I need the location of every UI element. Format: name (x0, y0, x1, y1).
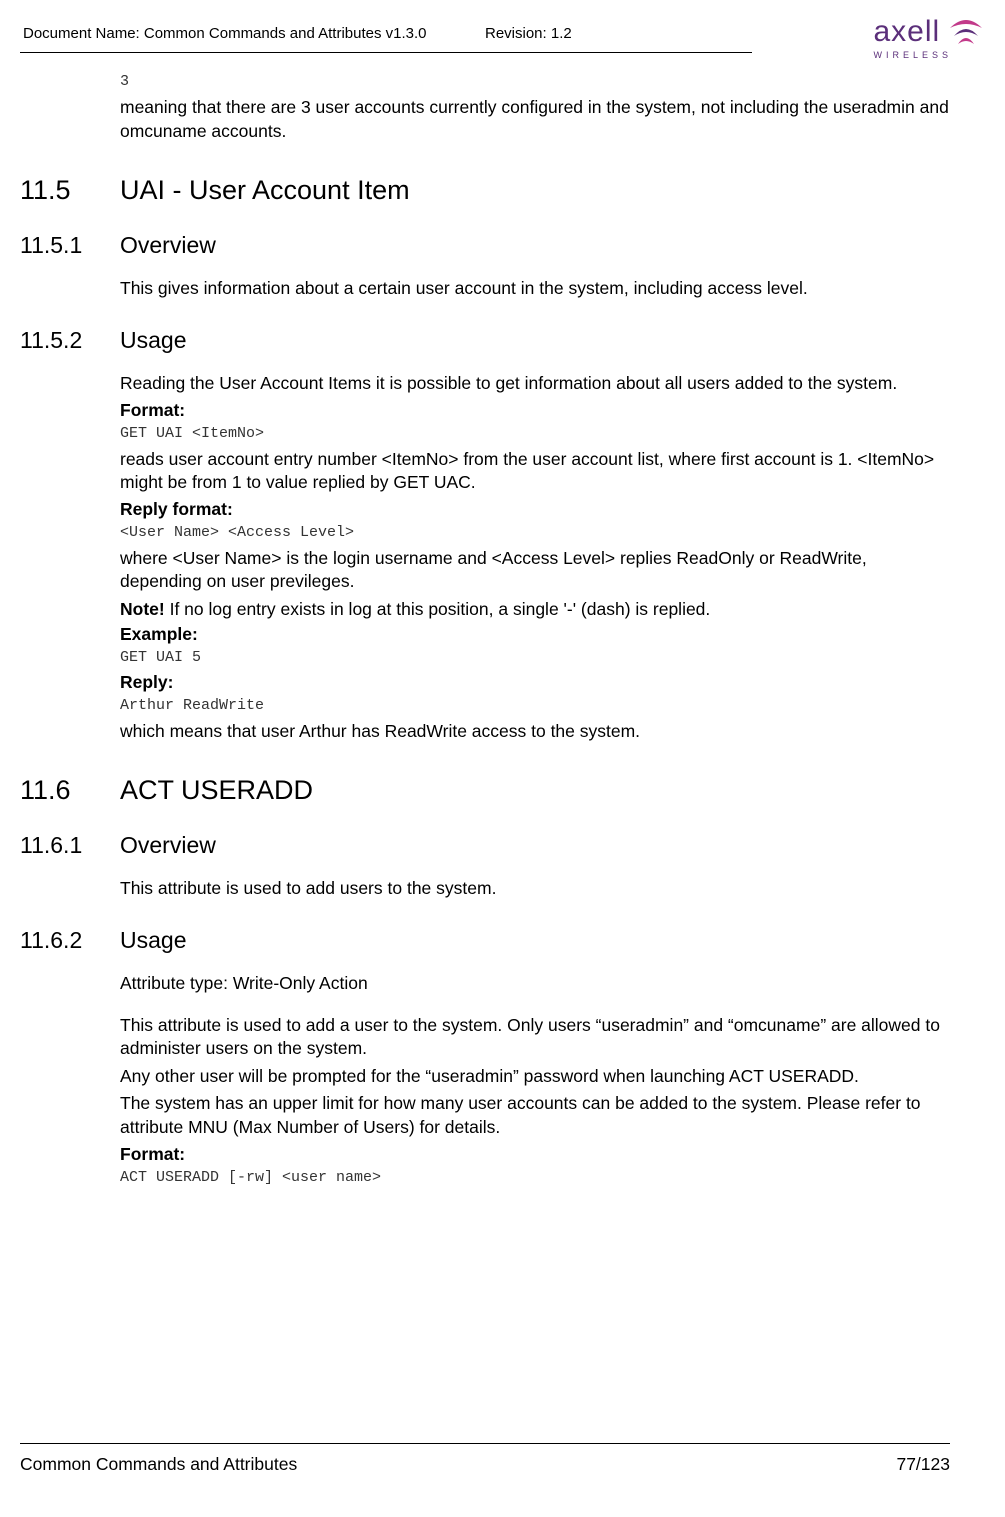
heading-11-6: 11.6 ACT USERADD (20, 775, 950, 806)
heading-11-6-2: 11.6.2 Usage (20, 927, 950, 954)
heading-title: ACT USERADD (120, 775, 313, 806)
note-bold: Note! (120, 599, 165, 619)
format-code: GET UAI <ItemNo> (120, 425, 950, 442)
format-code-2: ACT USERADD [-rw] <user name> (120, 1169, 950, 1186)
heading-title: Usage (120, 327, 186, 354)
heading-number: 11.5 (20, 175, 120, 206)
reply-format-code: <User Name> <Access Level> (120, 524, 950, 541)
header-divider (20, 52, 752, 53)
heading-number: 11.6.2 (20, 927, 120, 954)
reply-desc: where <User Name> is the login username … (120, 547, 950, 594)
header-row: Document Name: Common Commands and Attri… (20, 18, 950, 48)
page-number: 77/123 (896, 1454, 950, 1475)
reply-code: Arthur ReadWrite (120, 697, 950, 714)
heading-number: 11.5.1 (20, 232, 120, 259)
heading-title: UAI - User Account Item (120, 175, 410, 206)
page-footer: Common Commands and Attributes 77/123 (20, 1443, 950, 1475)
note-text: If no log entry exists in log at this po… (165, 599, 711, 619)
overview-11-6-1-text: This attribute is used to add users to t… (120, 877, 950, 901)
heading-number: 11.5.2 (20, 327, 120, 354)
heading-title: Overview (120, 832, 216, 859)
overview-11-5-1-text: This gives information about a certain u… (120, 277, 950, 301)
revision-label: Revision: 1.2 (485, 25, 572, 42)
reply-meaning: which means that user Arthur has ReadWri… (120, 720, 950, 744)
attr-type: Attribute type: Write-Only Action (120, 972, 950, 996)
heading-title: Overview (120, 232, 216, 259)
format-label-2: Format: (120, 1144, 950, 1165)
heading-11-5-2: 11.5.2 Usage (20, 327, 950, 354)
brand-logo: axell WIRELESS (873, 10, 990, 60)
usage-p1: This attribute is used to add a user to … (120, 1014, 950, 1061)
logo-text: axell (873, 15, 940, 49)
format-desc: reads user account entry number <ItemNo>… (120, 448, 950, 495)
footer-title: Common Commands and Attributes (20, 1454, 297, 1475)
heading-number: 11.6.1 (20, 832, 120, 859)
heading-title: Usage (120, 927, 186, 954)
reply-label: Reply: (120, 672, 950, 693)
logo-swirl-icon (946, 10, 986, 54)
usage-p2: Any other user will be prompted for the … (120, 1065, 950, 1089)
note-line: Note! If no log entry exists in log at t… (120, 598, 950, 622)
document-name: Document Name: Common Commands and Attri… (23, 25, 427, 42)
page-content: 3 meaning that there are 3 user accounts… (20, 73, 950, 1186)
heading-11-5-1: 11.5.1 Overview (20, 232, 950, 259)
heading-11-6-1: 11.6.1 Overview (20, 832, 950, 859)
heading-number: 11.6 (20, 775, 120, 806)
reply-format-label: Reply format: (120, 499, 950, 520)
usage-intro: Reading the User Account Items it is pos… (120, 372, 950, 396)
usage-p3: The system has an upper limit for how ma… (120, 1092, 950, 1139)
footer-divider (20, 1443, 950, 1444)
example-label: Example: (120, 624, 950, 645)
example-code: GET UAI 5 (120, 649, 950, 666)
intro-meaning-text: meaning that there are 3 user accounts c… (120, 96, 950, 143)
heading-11-5: 11.5 UAI - User Account Item (20, 175, 950, 206)
format-label: Format: (120, 400, 950, 421)
code-output-3: 3 (120, 73, 950, 90)
